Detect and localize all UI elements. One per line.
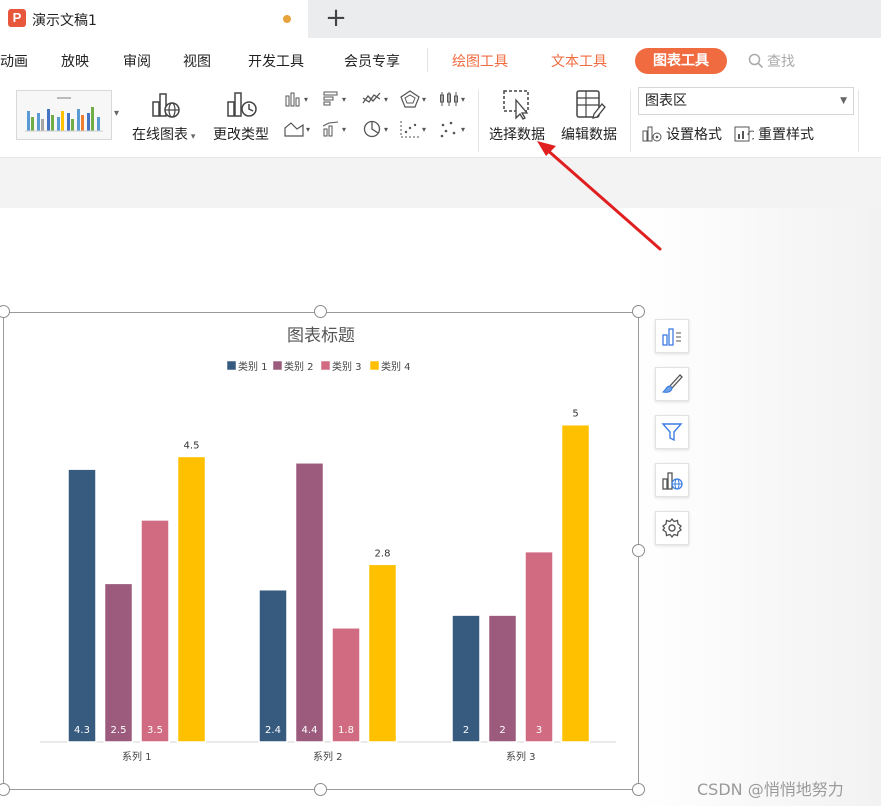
annotation-arrow bbox=[537, 141, 662, 251]
watermark-text: CSDN @悄悄地努力 bbox=[697, 780, 844, 799]
